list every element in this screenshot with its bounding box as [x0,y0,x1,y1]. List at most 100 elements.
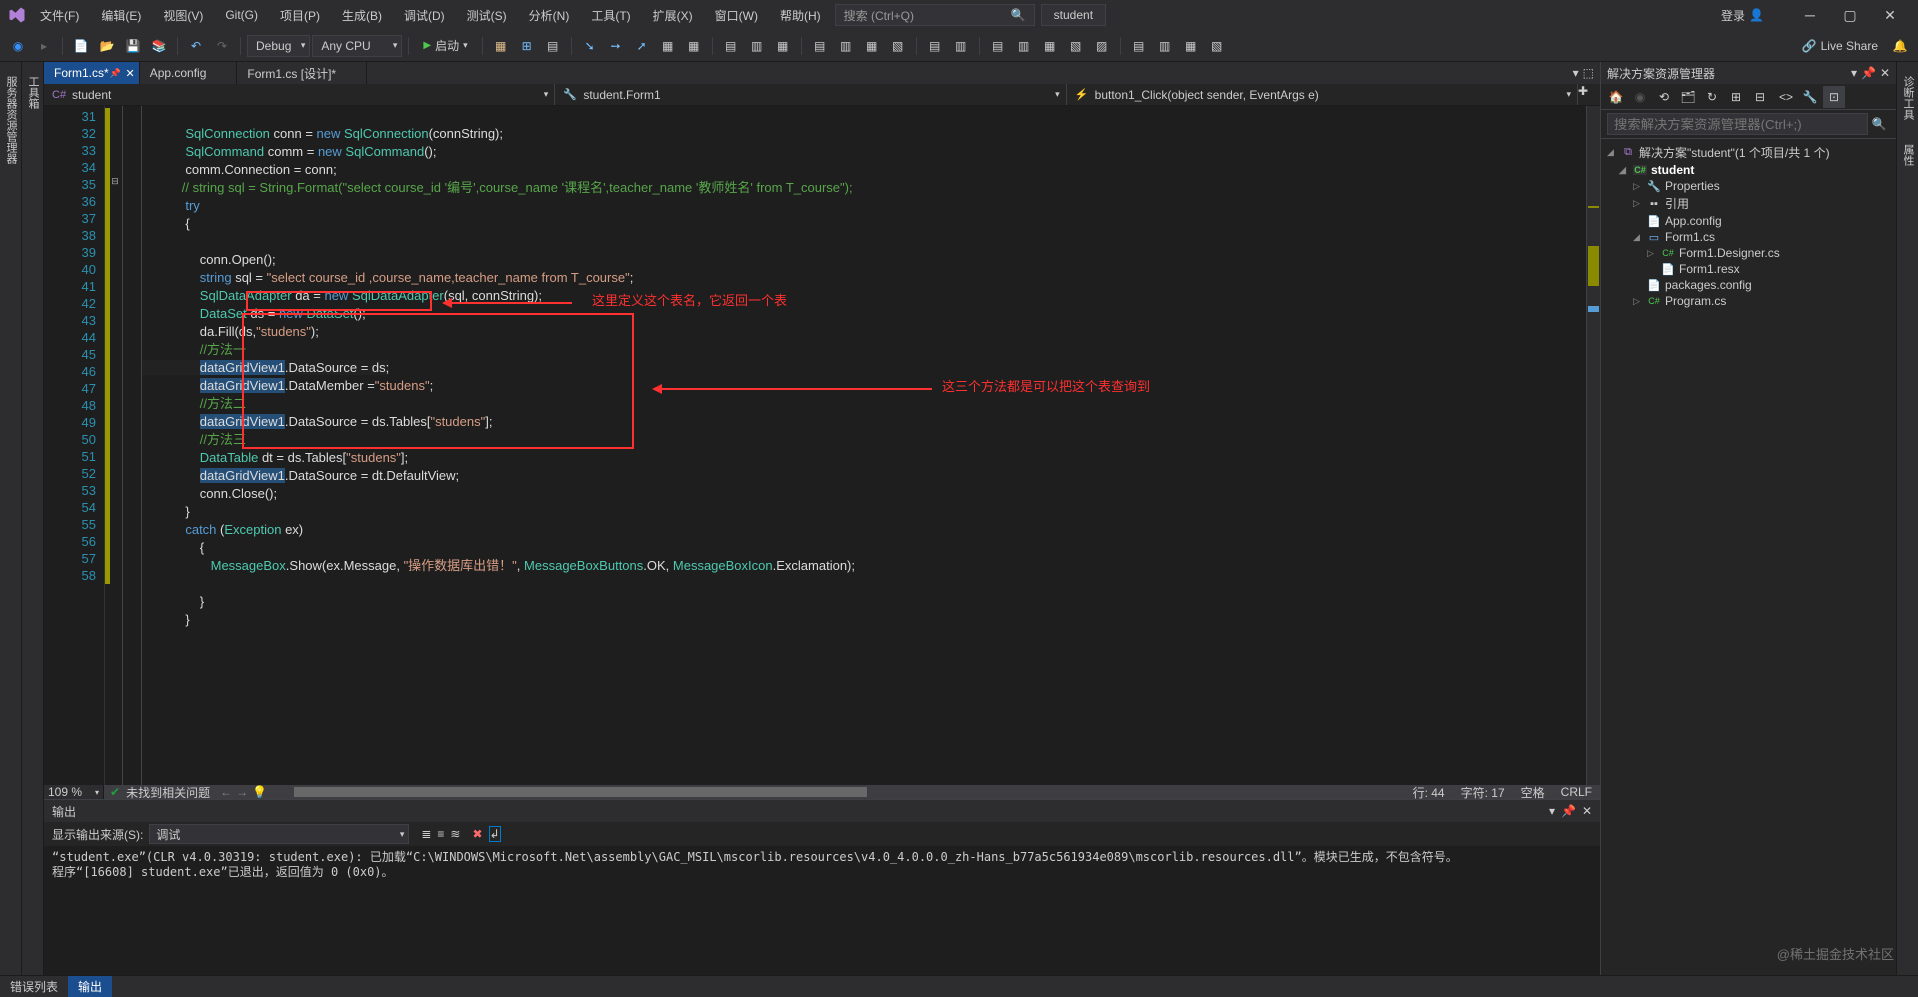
nav-forward-button[interactable]: ▸ [32,34,56,58]
nav-add-button[interactable]: ✚ [1578,84,1600,105]
prev-issue-icon[interactable]: ← [220,785,232,799]
tb-icon-14[interactable]: ▦ [860,34,884,58]
nav-back-button[interactable]: ◉ [6,34,30,58]
tb-icon-11[interactable]: ▦ [771,34,795,58]
output-tb-icon-1[interactable]: ≣ [421,827,431,841]
tb-icon-15[interactable]: ▧ [886,34,910,58]
rp-back-icon[interactable]: ◉ [1629,86,1651,108]
rp-tb-6[interactable]: ⊞ [1725,86,1747,108]
tb-icon-12[interactable]: ▤ [808,34,832,58]
tb-icon-22[interactable]: ▨ [1090,34,1114,58]
rp-tb-10[interactable]: ⊡ [1823,86,1845,108]
menu-git[interactable]: Git(G) [217,4,266,26]
tb-icon-9[interactable]: ▤ [719,34,743,58]
close-icon[interactable]: ✕ [125,67,134,80]
config-combo[interactable]: Debug [247,35,310,57]
tree-form1[interactable]: ◢▭ Form1.cs [1603,229,1894,245]
solution-search-icon[interactable]: 🔍 [1868,113,1890,135]
tree-packages[interactable]: 📄 packages.config [1603,277,1894,293]
rp-home-icon[interactable]: 🏠 [1605,86,1627,108]
undo-button[interactable]: ↶ [184,34,208,58]
open-button[interactable]: 📂 [95,34,119,58]
tree-program[interactable]: ▷C# Program.cs [1603,293,1894,309]
rp-properties-icon[interactable]: 🔧 [1799,86,1821,108]
redo-button[interactable]: ↷ [210,34,234,58]
output-tb-icon-3[interactable]: ≋ [450,827,460,841]
tree-appconfig[interactable]: 📄 App.config [1603,213,1894,229]
tb-icon-13[interactable]: ▥ [834,34,858,58]
output-text[interactable]: “student.exe”(CLR v4.0.30319: student.ex… [44,846,1600,975]
save-all-button[interactable]: 📚 [147,34,171,58]
tree-properties[interactable]: ▷🔧 Properties [1603,178,1894,194]
hscroll-thumb[interactable] [294,787,867,797]
rp-close-icon[interactable]: ✕ [1880,66,1890,80]
menu-window[interactable]: 窗口(W) [707,3,766,28]
liveshare-button[interactable]: 🔗 Live Share [1794,37,1886,55]
server-explorer-tab[interactable]: 服务器资源管理器 [0,70,21,170]
tab-form1-cs[interactable]: Form1.cs* 📌 ✕ [44,62,140,84]
next-issue-icon[interactable]: → [236,785,248,799]
menu-debug[interactable]: 调试(D) [396,3,453,28]
rp-tb-7[interactable]: ⊟ [1749,86,1771,108]
menu-view[interactable]: 视图(V) [155,3,211,28]
save-button[interactable]: 💾 [121,34,145,58]
panel-dropdown-icon[interactable]: ▾ [1549,804,1555,818]
menu-edit[interactable]: 编辑(E) [93,3,149,28]
vertical-scrollbar[interactable] [1586,106,1600,785]
step-over-icon[interactable]: ➙ [604,34,628,58]
pin-icon[interactable]: 📌 [109,68,120,79]
tb-icon-20[interactable]: ▦ [1038,34,1062,58]
menu-project[interactable]: 项目(P) [272,3,328,28]
menu-tools[interactable]: 工具(T) [583,3,638,28]
tb-icon-18[interactable]: ▤ [986,34,1010,58]
tree-form1-designer[interactable]: ▷C# Form1.Designer.cs [1603,245,1894,261]
titlebar-search[interactable]: 搜索 (Ctrl+Q) 🔍 [835,4,1035,26]
panel-close-icon[interactable]: ✕ [1582,804,1592,818]
nav-project-combo[interactable]: C# student [44,84,555,105]
menu-build[interactable]: 生成(B) [334,3,390,28]
tb-icon-16[interactable]: ▤ [923,34,947,58]
login-button[interactable]: 登录 👤 [1721,7,1764,24]
menu-help[interactable]: 帮助(H) [772,3,829,28]
platform-combo[interactable]: Any CPU [312,35,402,57]
rp-sync-icon[interactable]: ⟲ [1653,86,1675,108]
tb-icon-2[interactable]: ⊞ [515,34,539,58]
tree-form1-resx[interactable]: 📄 Form1.resx [1603,261,1894,277]
output-source-combo[interactable]: 调试 [149,824,409,844]
tb-icon-17[interactable]: ▥ [949,34,973,58]
tb-icon-19[interactable]: ▥ [1012,34,1036,58]
code-editor[interactable]: 3132333435363738394041424344454647484950… [44,106,1600,785]
tb-icon-10[interactable]: ▥ [745,34,769,58]
output-tab[interactable]: 输出 [68,976,112,997]
tb-icon-1[interactable]: ▦ [489,34,513,58]
tb-icon-24[interactable]: ▥ [1153,34,1177,58]
zoom-combo[interactable]: 109 %▾ [44,785,104,799]
tab-overflow-button[interactable]: ▾ [1573,66,1579,80]
error-list-tab[interactable]: 错误列表 [0,976,68,997]
editor-hscroll[interactable]: 109 %▾ ✔ 未找到相关问题 ← → 💡 行: 44 字符: 17 空格 C… [44,785,1600,799]
notifications-icon[interactable]: 🔔 [1888,34,1912,58]
rp-pin-icon[interactable]: 📌 [1861,66,1876,80]
fold-icon[interactable]: ⊟ [110,176,120,187]
start-debug-button[interactable]: ▶ 启动 ▾ [415,35,475,56]
tb-icon-7[interactable]: ▦ [656,34,680,58]
tab-form1-design[interactable]: Form1.cs [设计]* [237,62,367,84]
rp-tb-4[interactable]: 🗂 [1677,86,1699,108]
properties-tab[interactable]: 属性 [1897,138,1918,172]
menu-test[interactable]: 测试(S) [459,3,515,28]
toolbox-tab[interactable]: 工具箱 [22,70,43,115]
output-tb-icon-2[interactable]: ≡ [437,827,444,841]
tb-icon-26[interactable]: ▧ [1205,34,1229,58]
tree-solution[interactable]: ◢⧉ 解决方案"student"(1 个项目/共 1 个) [1603,143,1894,162]
output-wrap-icon[interactable]: ↲ [489,826,501,842]
nav-class-combo[interactable]: 🔧 student.Form1 [555,84,1066,105]
minimize-button[interactable]: ─ [1790,0,1830,30]
rp-dropdown-icon[interactable]: ▾ [1851,66,1857,80]
tb-icon-23[interactable]: ▤ [1127,34,1151,58]
solution-search-input[interactable] [1607,113,1868,135]
rp-tb-8[interactable]: <> [1775,86,1797,108]
diagnostic-tools-tab[interactable]: 诊断工具 [1897,70,1918,126]
tree-project[interactable]: ◢C# student [1603,162,1894,178]
lightbulb-icon[interactable]: 💡 [252,785,267,799]
tree-references[interactable]: ▷▪▪ 引用 [1603,194,1894,213]
